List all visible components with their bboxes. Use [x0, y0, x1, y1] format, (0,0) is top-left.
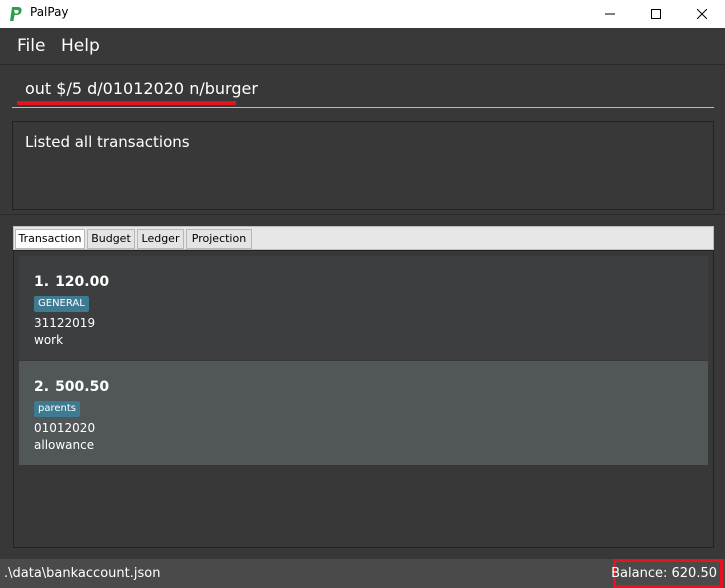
transaction-amount: 120.00 [55, 274, 110, 290]
list-item[interactable]: 2. 500.50 parents 01012020 allowance [19, 361, 708, 465]
transaction-index: 2. [34, 379, 50, 395]
maximize-icon [651, 9, 661, 19]
balance-highlight: Balance: 620.50 [611, 559, 723, 588]
command-highlight-underline [17, 101, 236, 105]
divider [0, 214, 725, 215]
minimize-button[interactable] [587, 0, 633, 28]
category-tag: GENERAL [34, 296, 89, 312]
category-tag: parents [34, 401, 80, 417]
transaction-title: 1. 120.00 [34, 274, 109, 290]
result-message: Listed all transactions [25, 133, 190, 151]
close-button[interactable] [679, 0, 725, 28]
transaction-date: 31122019 [34, 316, 96, 330]
transaction-description: work [34, 333, 64, 347]
maximize-button[interactable] [633, 0, 679, 28]
close-icon [697, 9, 707, 19]
tab-ledger[interactable]: Ledger [137, 229, 184, 249]
command-input[interactable]: out $/5 d/01012020 n/burger [12, 70, 714, 108]
transaction-title: 2. 500.50 [34, 379, 109, 395]
tab-bar: Transaction Budget Ledger Projection [13, 226, 714, 250]
minimize-icon [605, 13, 615, 15]
transaction-amount: 500.50 [55, 379, 110, 395]
transaction-index: 1. [34, 274, 50, 290]
status-bar: .\data\bankaccount.json Balance: 620.50 [0, 559, 725, 588]
balance-display: Balance: 620.50 [611, 566, 717, 581]
transaction-description: allowance [34, 438, 95, 452]
list-item[interactable]: 1. 120.00 GENERAL 31122019 work [19, 256, 708, 360]
paypal-logo-icon [10, 7, 22, 21]
window-title: PalPay [30, 5, 69, 19]
result-display: Listed all transactions [12, 121, 714, 210]
tab-projection[interactable]: Projection [186, 229, 252, 249]
command-text: out $/5 d/01012020 n/burger [25, 79, 258, 98]
tab-transaction[interactable]: Transaction [15, 229, 85, 249]
transaction-list[interactable]: 1. 120.00 GENERAL 31122019 work 2. 500.50 … [13, 250, 714, 548]
command-underline [12, 107, 714, 108]
menu-file[interactable]: File [17, 36, 45, 56]
menu-bar: File Help [0, 28, 725, 65]
data-file-path: .\data\bankaccount.json [4, 566, 161, 581]
transaction-date: 01012020 [34, 421, 96, 435]
tab-budget[interactable]: Budget [87, 229, 135, 249]
title-bar: PalPay [0, 0, 725, 28]
menu-help[interactable]: Help [61, 36, 100, 56]
